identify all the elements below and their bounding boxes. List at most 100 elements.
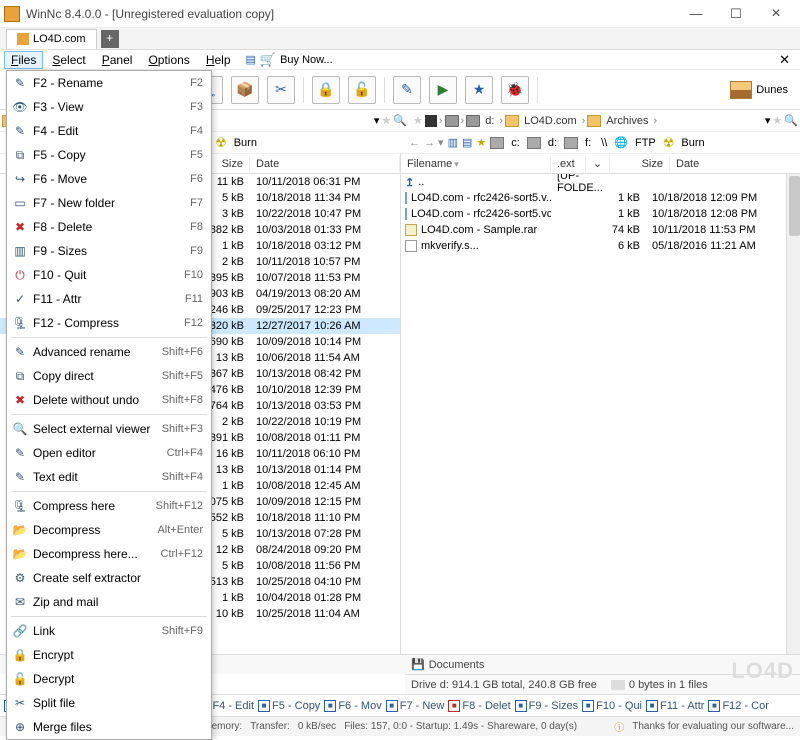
fkey-f8[interactable]: ■F8 - Delet <box>448 700 510 712</box>
fkey-f6[interactable]: ■F6 - Mov <box>324 700 381 712</box>
tool-icon[interactable]: ▤ <box>462 136 472 149</box>
fkey-f5[interactable]: ■F5 - Copy <box>258 700 320 712</box>
burn-icon[interactable]: ☢ <box>215 135 227 151</box>
maximize-button[interactable]: ☐ <box>716 2 756 26</box>
menu-item[interactable]: 🔍Select external viewerShift+F3 <box>7 417 211 441</box>
menu-item[interactable]: ⊕Merge files <box>7 715 211 739</box>
col-date[interactable]: Date <box>670 156 800 172</box>
files-menu-dropdown[interactable]: ✎F2 - RenameF2👁F3 - ViewF3✎F4 - EditF4⧉F… <box>6 70 212 740</box>
breadcrumb-loc[interactable]: LO4D.com <box>521 115 580 127</box>
edit-icon[interactable]: ✎ <box>393 76 421 104</box>
menu-item[interactable]: 🔓Decrypt <box>7 667 211 691</box>
menu-panel[interactable]: Panel <box>95 51 140 69</box>
menubar-close-button[interactable]: ✕ <box>773 52 796 68</box>
menu-item[interactable]: ⚙Create self extractor <box>7 566 211 590</box>
menu-item[interactable]: 🔒Encrypt <box>7 643 211 667</box>
table-row[interactable]: LO4D.com - rfc2426-sort5.vcr1 kB10/18/20… <box>401 206 786 222</box>
drive-icon[interactable] <box>527 137 541 149</box>
ftp-icon[interactable]: 🌐 <box>614 136 628 149</box>
back-icon[interactable]: ← <box>409 137 420 149</box>
burn-icon[interactable]: ☢ <box>663 135 675 151</box>
dropdown-icon[interactable]: ▾ <box>765 114 771 127</box>
drive-c[interactable]: c: <box>508 137 523 149</box>
unlock-icon[interactable]: 🔓 <box>348 76 376 104</box>
col-size[interactable]: Size <box>610 156 670 172</box>
extract-icon[interactable]: 📦 <box>231 76 259 104</box>
cart-icon[interactable]: 🛒 <box>260 52 276 68</box>
fkey-f12[interactable]: ■F12 - Cor <box>708 700 768 712</box>
bug-icon[interactable]: 🐞 <box>501 76 529 104</box>
breadcrumb-d[interactable]: d: <box>482 115 497 127</box>
menu-item[interactable]: ✖Delete without undoShift+F8 <box>7 388 211 412</box>
scrollbar-thumb[interactable] <box>789 176 800 236</box>
menu-item[interactable]: ✂Split file <box>7 691 211 715</box>
menu-item[interactable]: ✎Text editShift+F4 <box>7 465 211 489</box>
menu-help[interactable]: Help <box>199 51 238 69</box>
extra-icon[interactable]: ▤ <box>246 53 256 66</box>
menu-item[interactable]: ▥F9 - SizesF9 <box>7 239 211 263</box>
dunes-theme[interactable]: Dunes <box>730 81 794 99</box>
buy-now-link[interactable]: Buy Now... <box>280 54 333 66</box>
table-row[interactable]: ↥..[UP-FOLDE... <box>401 174 786 190</box>
fkey-f9[interactable]: ■F9 - Sizes <box>515 700 579 712</box>
col-date[interactable]: Date <box>250 156 400 172</box>
drive-burn[interactable]: Burn <box>231 137 260 149</box>
drive-d[interactable]: d: <box>545 137 560 149</box>
search-icon[interactable]: 🔍 <box>393 114 407 127</box>
star-icon[interactable]: ★ <box>381 114 391 127</box>
table-row[interactable]: mkverify.s...6 kB05/18/2016 11:21 AM <box>401 238 786 254</box>
menu-item[interactable]: 🗜Compress hereShift+F12 <box>7 494 211 518</box>
tab-main[interactable]: LO4D.com <box>6 29 97 49</box>
menu-item[interactable]: ✎F2 - RenameF2 <box>7 71 211 95</box>
menu-item[interactable]: 👁F3 - ViewF3 <box>7 95 211 119</box>
drive-icon[interactable] <box>564 137 578 149</box>
star-icon[interactable]: ★ <box>413 114 423 127</box>
fkey-f7[interactable]: ■F7 - New <box>386 700 445 712</box>
add-tab-button[interactable]: + <box>101 30 119 48</box>
search-icon[interactable]: 🔍 <box>784 114 798 127</box>
menu-item[interactable]: 📂DecompressAlt+Enter <box>7 518 211 542</box>
star-icon[interactable]: ★ <box>465 76 493 104</box>
scrollbar[interactable] <box>786 174 800 654</box>
breadcrumb-archives[interactable]: Archives <box>603 115 651 127</box>
col-filename[interactable]: Filename▾ <box>401 156 551 172</box>
menu-item[interactable]: ⧉F5 - CopyF5 <box>7 143 211 167</box>
menu-item[interactable]: ▭F7 - New folderF7 <box>7 191 211 215</box>
table-row[interactable]: LO4D.com - rfc2426-sort5.v...1 kB10/18/2… <box>401 190 786 206</box>
forward-icon[interactable]: → ▾ <box>424 136 444 149</box>
drive-ftp[interactable]: FTP <box>632 137 659 149</box>
dropdown-icon[interactable]: ▾ <box>374 114 380 127</box>
col-extra[interactable]: ⌄ <box>586 155 610 172</box>
menu-select[interactable]: Select <box>45 51 92 69</box>
minimize-button[interactable]: — <box>676 2 716 26</box>
right-file-list[interactable]: ↥..[UP-FOLDE...LO4D.com - rfc2426-sort5.… <box>401 174 786 654</box>
close-button[interactable]: × <box>756 2 796 26</box>
menu-item[interactable]: ⧉Copy directShift+F5 <box>7 364 211 388</box>
menu-item[interactable]: ✎F4 - EditF4 <box>7 119 211 143</box>
menu-item[interactable]: ✎Open editorCtrl+F4 <box>7 441 211 465</box>
col-ext[interactable]: .ext <box>551 156 586 172</box>
drive-burn[interactable]: Burn <box>678 137 707 149</box>
menu-item[interactable]: 🔗LinkShift+F9 <box>7 619 211 643</box>
lock-icon[interactable]: 🔒 <box>312 76 340 104</box>
tool-icon[interactable]: ▥ <box>448 136 458 149</box>
menu-item[interactable]: ✓F11 - AttrF11 <box>7 287 211 311</box>
play-icon[interactable]: ▶ <box>429 76 457 104</box>
drive-net[interactable]: \\ <box>598 137 610 149</box>
split-icon[interactable]: ✂ <box>267 76 295 104</box>
menu-item[interactable]: ✖F8 - DeleteF8 <box>7 215 211 239</box>
menu-item[interactable]: ⏻F10 - QuitF10 <box>7 263 211 287</box>
menu-item[interactable]: ↪F6 - MoveF6 <box>7 167 211 191</box>
terminal-icon[interactable] <box>425 115 437 127</box>
menu-item[interactable]: ✉Zip and mail <box>7 590 211 614</box>
drive-icon[interactable] <box>490 137 504 149</box>
menu-item[interactable]: ✎Advanced renameShift+F6 <box>7 340 211 364</box>
drive-f[interactable]: f: <box>582 137 594 149</box>
star-icon[interactable]: ★ <box>772 114 782 127</box>
table-row[interactable]: LO4D.com - Sample.rar74 kB10/11/2018 11:… <box>401 222 786 238</box>
fkey-f10[interactable]: ■F10 - Qui <box>582 700 642 712</box>
star-icon[interactable]: ★ <box>476 136 486 149</box>
menu-options[interactable]: Options <box>141 51 196 69</box>
menu-item[interactable]: 📂Decompress here...Ctrl+F12 <box>7 542 211 566</box>
fkey-f11[interactable]: ■F11 - Attr <box>646 700 704 712</box>
